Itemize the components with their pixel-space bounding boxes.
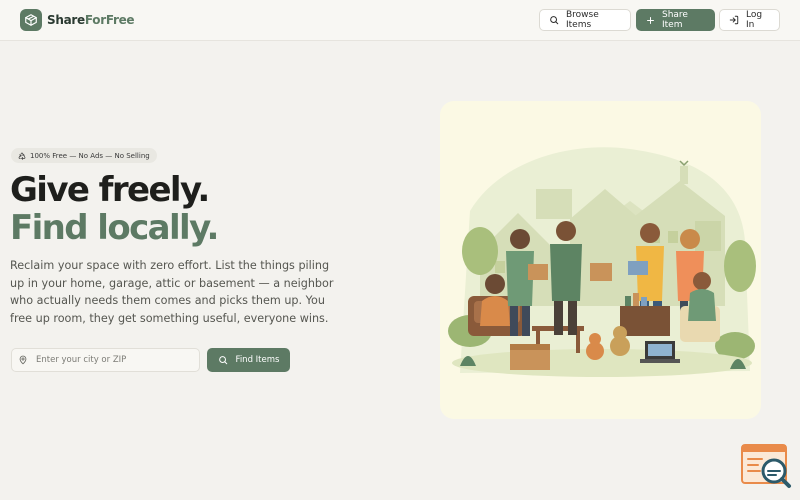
brand-name-part2: ForFree [84,13,135,27]
hero-description: Reclaim your space with zero effort. Lis… [10,259,334,325]
brand-name-part1: Share [47,13,85,27]
free-badge: 100% Free — No Ads — No Selling [11,148,157,163]
login-icon [729,15,739,25]
browse-items-button[interactable]: Browse Items [539,9,631,31]
map-pin-icon [19,355,27,365]
location-search-field[interactable] [11,348,200,372]
share-item-button[interactable]: Share Item [636,9,715,31]
headline-line-2: Find locally. [10,208,219,248]
find-items-button[interactable]: Find Items [207,348,290,372]
feedback-search-icon[interactable] [740,443,792,489]
brand-logo[interactable]: ShareForFree [20,9,135,31]
search-icon [218,356,227,365]
hero-headline: Give freely. Find locally. [10,170,219,248]
plus-icon [647,16,654,24]
login-button[interactable]: Log In [719,9,780,31]
share-item-label: Share Item [662,10,688,30]
recycle-icon [18,152,26,160]
login-label: Log In [746,10,763,30]
hero-illustration [440,101,761,419]
box-share-icon [20,9,42,31]
headline-line-1: Give freely. [10,170,210,210]
browse-items-label: Browse Items [566,10,599,30]
top-navbar: ShareForFree Browse Items Share Item Log… [0,0,800,41]
brand-name: ShareForFree [47,13,135,27]
find-items-label: Find Items [235,355,280,365]
search-icon [550,16,559,25]
free-badge-text: 100% Free — No Ads — No Selling [30,151,150,160]
location-input[interactable] [36,355,186,365]
